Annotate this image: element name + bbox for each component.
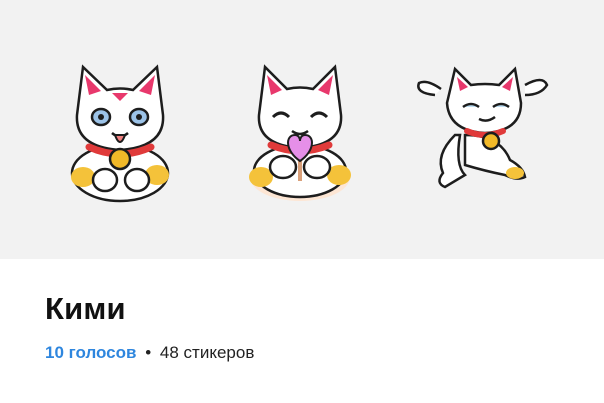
sticker-preview-area[interactable] [0, 0, 604, 259]
sticker-pack-card[interactable]: Кими 10 голосов • 48 стикеров [0, 0, 604, 403]
pack-meta: 10 голосов • 48 стикеров [45, 343, 254, 363]
pack-info: Кими 10 голосов • 48 стикеров [0, 259, 604, 403]
cat-jumping-icon [417, 66, 549, 189]
cat-sticker-heart[interactable] [225, 55, 375, 205]
cat-tongue-icon [70, 64, 170, 203]
cat-sticker-jump[interactable] [405, 55, 555, 205]
pack-title: Кими [45, 291, 126, 326]
sticker-count: 48 стикеров [159, 343, 255, 362]
votes-link[interactable]: 10 голосов [45, 343, 136, 362]
meta-separator: • [145, 343, 152, 362]
cat-sticker-tongue[interactable] [45, 55, 195, 205]
cat-heart-icon [249, 64, 351, 201]
